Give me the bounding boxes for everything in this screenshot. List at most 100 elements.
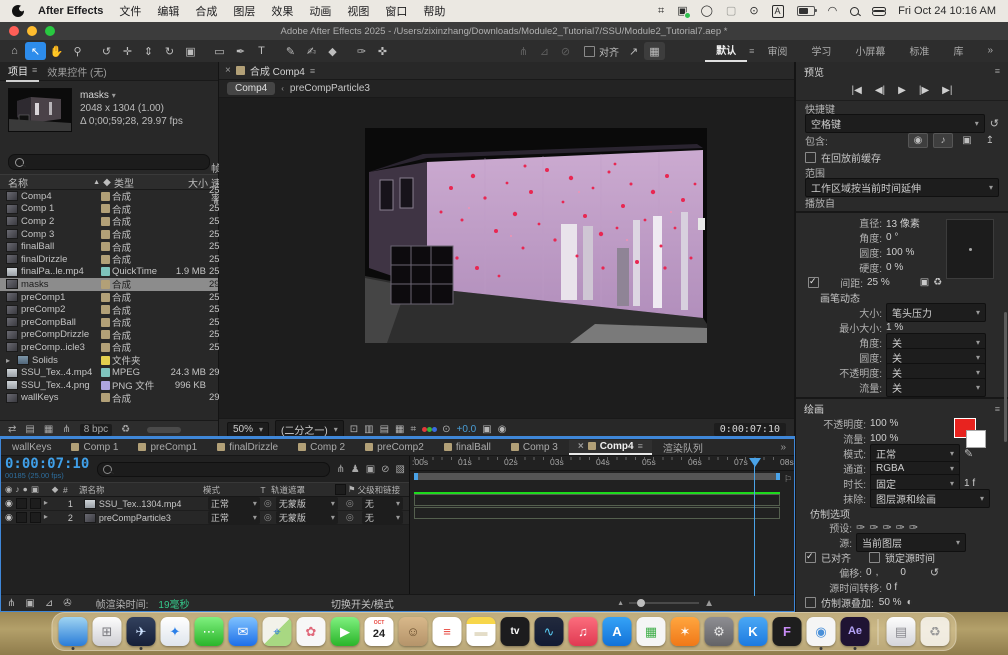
thumbnail-slider[interactable] (147, 427, 181, 433)
label-color-chip[interactable] (101, 255, 110, 264)
workspace-learn[interactable]: 学习 (800, 41, 842, 61)
creative-cloud-icon[interactable]: ◯ (701, 6, 713, 17)
renderer-icon[interactable]: ✇ (63, 598, 71, 609)
fast-previews-icon[interactable]: ⊙ (442, 424, 450, 435)
track-matte-dropdown[interactable]: 无蒙版▾ (276, 497, 338, 510)
expand-chevron-icon[interactable]: ▸ (44, 512, 52, 523)
close-tab-icon[interactable]: × (578, 441, 584, 452)
parent-link-column[interactable]: 父级和链接 (358, 484, 407, 496)
zoom-tool-icon[interactable]: ⚲ (67, 42, 88, 60)
roundness-value[interactable]: 100 % (886, 247, 914, 258)
duplicate-brush-icon[interactable]: ▣ (920, 277, 929, 288)
spotlight-icon[interactable] (850, 7, 859, 16)
playhead-line[interactable] (754, 466, 755, 596)
menu-composition[interactable]: 合成 (195, 3, 217, 19)
table-row[interactable]: preComp1 合成 25 (0, 291, 218, 304)
app-menu[interactable]: After Effects (38, 5, 103, 17)
control-center-icon[interactable] (872, 7, 885, 16)
channel-icon[interactable] (422, 427, 436, 432)
table-row[interactable]: preComp..icle3 合成 25 (0, 341, 218, 354)
menu-effect[interactable]: 效果 (271, 3, 293, 19)
layer-source-name[interactable]: SSU_Tex..1304.mp4 (99, 499, 182, 509)
label-color-chip[interactable] (101, 305, 110, 314)
graph-editor-icon[interactable]: ▧ (396, 464, 405, 475)
timeline-zoom-slider[interactable] (629, 602, 699, 604)
label-color-chip[interactable] (101, 267, 110, 276)
parent-pickwhip-icon[interactable]: ◎ (346, 512, 354, 523)
dock-maps-icon[interactable]: ⌖ (263, 617, 292, 646)
expand-chevron-icon[interactable]: ▸ (44, 498, 52, 509)
audio-column-icon[interactable]: ♪ (15, 484, 19, 495)
source-name-column[interactable]: 源名称 (77, 484, 201, 496)
timeline-tab-overflow[interactable]: » (780, 442, 792, 453)
dock-app-store-icon[interactable]: A (603, 617, 632, 646)
paint-panel-menu-icon[interactable]: ≡ (995, 404, 1000, 414)
label-color-chip[interactable] (101, 293, 110, 302)
label-column-icon[interactable]: ◆ (49, 484, 61, 495)
trash-icon[interactable]: ♻ (121, 424, 130, 435)
clone-overlay-checkbox[interactable] (805, 597, 816, 608)
tab-effect-controls[interactable]: 效果控件 (无) (45, 62, 108, 81)
work-area-bar[interactable] (414, 473, 780, 480)
include-video-icon[interactable]: ◉ (908, 133, 928, 148)
dock-notes-icon[interactable]: ▬ (467, 617, 496, 646)
offset-reset-icon[interactable]: ↺ (930, 566, 939, 579)
snap-checkbox[interactable] (584, 46, 595, 57)
timeline-search-input[interactable] (97, 462, 330, 477)
column-type[interactable]: 类型 (114, 175, 166, 190)
dock-contacts-icon[interactable]: ☺ (399, 617, 428, 646)
dock-trash-icon[interactable]: ♻ (921, 617, 950, 646)
label-color-chip[interactable] (101, 330, 110, 339)
dock-messages-icon[interactable]: ⋯ (195, 617, 224, 646)
paint-flow-value[interactable]: 100 % (870, 433, 898, 444)
new-folder-icon[interactable]: ▤ (25, 424, 34, 435)
workspace-overflow[interactable]: » (976, 43, 1004, 59)
label-color-chip[interactable] (101, 230, 110, 239)
composition-canvas[interactable] (365, 128, 707, 343)
angle-value[interactable]: 0 ° (886, 232, 898, 243)
matte-pickwhip-icon[interactable]: ◎ (264, 512, 272, 522)
paint-erase-dropdown[interactable]: 图层源和绘画▾ (870, 489, 990, 508)
menu-file[interactable]: 文件 (119, 3, 141, 19)
layer-row-1[interactable]: ◉ ▸ 1 SSU_Tex..1304.mp4 正常▾ ◎ 无蒙版▾ ◎ 无▾ (1, 497, 409, 511)
rectangle-tool-icon[interactable]: ▭ (209, 42, 230, 60)
zoom-in-mountain-icon[interactable]: ▲ (704, 598, 714, 609)
lock-column-icon[interactable]: ▣ (31, 484, 39, 495)
dock-apple-tv-icon[interactable]: tv (501, 617, 530, 646)
play-button[interactable]: ▶ (898, 85, 906, 96)
dock-music-icon[interactable]: ♫ (569, 617, 598, 646)
timeline-tab-finalball[interactable]: finalBall (435, 441, 500, 454)
dock-safari-icon[interactable]: ✦ (161, 617, 190, 646)
roto-brush-tool-icon[interactable]: ✑ (351, 42, 372, 60)
previous-frame-button[interactable]: ◀| (875, 85, 885, 96)
aligned-checkbox[interactable] (805, 552, 816, 563)
table-row[interactable]: SSU_Tex..4.png PNG 文件996 KB (0, 379, 218, 392)
mask-feather-icon[interactable]: ⋔ (513, 42, 534, 60)
timeline-tab-precomp1[interactable]: preComp1 (129, 441, 206, 454)
label-color-chip[interactable] (101, 368, 110, 377)
table-row[interactable]: Comp 1 合成 25 (0, 203, 218, 216)
expand-icon[interactable]: ↗ (623, 42, 644, 60)
layer-source-name[interactable]: preCompParticle3 (99, 513, 171, 523)
label-color-chip[interactable] (101, 280, 110, 289)
paint-duration-frames[interactable]: 1 f (964, 478, 975, 489)
dock-telegram-icon[interactable]: ✈ (127, 617, 156, 646)
layer-duration-bar-1[interactable] (414, 494, 780, 506)
dock-system-settings-icon[interactable]: ⚙ (705, 617, 734, 646)
composition-flowchart-icon[interactable]: ⋔ (336, 464, 344, 475)
audio-switch[interactable] (16, 512, 27, 523)
timeline-tab-precomp2[interactable]: preComp2 (356, 441, 433, 454)
table-row[interactable]: Comp 3 合成 25 (0, 228, 218, 241)
hardness-value[interactable]: 0 % (886, 262, 903, 273)
timeline-tab-comp2[interactable]: Comp 2 (289, 441, 354, 454)
close-window-button[interactable] (9, 26, 19, 36)
table-row[interactable]: preCompBall 合成 25 (0, 316, 218, 329)
pan-camera-tool-icon[interactable]: ✛ (117, 42, 138, 60)
layer-visibility-icon[interactable]: ◉ (5, 512, 13, 523)
next-frame-button[interactable]: |▶ (919, 85, 929, 96)
column-name[interactable]: 名称 ▲ (2, 175, 100, 190)
difference-mode-icon[interactable]: ◐ (907, 597, 913, 608)
menu-animation[interactable]: 动画 (309, 3, 331, 19)
reset-icon[interactable]: ↺ (990, 117, 999, 130)
blend-mode-dropdown[interactable]: 正常▾ (208, 497, 260, 510)
